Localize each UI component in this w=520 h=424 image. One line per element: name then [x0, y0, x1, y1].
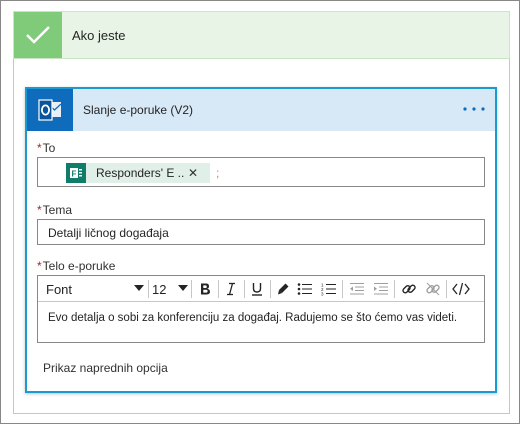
subject-value: Detalji ličnog događaja	[48, 226, 169, 240]
toolbar-divider	[148, 280, 149, 298]
formatting-toolbar: Font 12 1 2 3	[38, 276, 484, 302]
outlook-icon	[27, 89, 73, 131]
insert-link-button[interactable]	[398, 279, 420, 299]
close-icon[interactable]: ✕	[188, 166, 198, 180]
toolbar-divider	[244, 280, 245, 298]
color-pen-icon	[278, 283, 289, 295]
recipient-separator: ;	[216, 166, 220, 180]
body-editor[interactable]: Font 12 1 2 3 Evo detalja o sobi za konf…	[37, 275, 485, 343]
to-label-text: To	[42, 141, 56, 155]
numbered-list-button[interactable]: 1 2 3	[318, 279, 340, 299]
underline-icon	[252, 283, 262, 296]
recipient-token[interactable]: F Responders' E ... ✕	[66, 163, 210, 183]
toolbar-divider	[191, 280, 192, 298]
required-mark: *	[37, 141, 42, 155]
subject-label-text: Tema	[42, 203, 73, 217]
body-label: *Telo e-poruke	[37, 259, 115, 273]
chevron-down-icon	[134, 285, 144, 291]
toolbar-divider	[394, 280, 395, 298]
svg-text:F: F	[72, 170, 77, 179]
decrease-indent-button[interactable]	[346, 279, 368, 299]
subject-label: *Tema	[37, 203, 72, 217]
to-label: *To	[37, 141, 55, 155]
link-icon	[402, 284, 416, 294]
underline-button[interactable]	[246, 279, 268, 299]
required-mark: *	[37, 259, 42, 273]
forms-icon: F	[66, 163, 86, 183]
checkmark-icon	[14, 12, 62, 58]
numbered-list-icon: 1 2 3	[321, 283, 336, 297]
more-dots-icon	[463, 107, 485, 111]
bullet-list-button[interactable]	[294, 279, 316, 299]
italic-icon	[227, 282, 235, 296]
body-text: Evo detalja o sobi za konferenciju za do…	[48, 312, 458, 324]
action-card-header[interactable]: Slanje e-poruke (V2)	[27, 89, 495, 131]
toolbar-divider	[342, 280, 343, 298]
font-size-value: 12	[152, 281, 167, 297]
font-dropdown[interactable]: Font	[46, 280, 146, 298]
decrease-indent-icon	[350, 283, 364, 295]
subject-input[interactable]: Detalji ličnog događaja	[37, 219, 485, 245]
more-options-button[interactable]	[459, 99, 489, 119]
font-value: Font	[46, 281, 73, 297]
remove-link-button[interactable]	[422, 279, 444, 299]
bullet-list-icon	[297, 283, 312, 295]
chevron-down-icon	[178, 285, 188, 291]
code-view-button[interactable]	[450, 279, 472, 299]
to-field[interactable]: F Responders' E ... ✕ ;	[37, 157, 485, 187]
increase-indent-button[interactable]	[370, 279, 392, 299]
increase-indent-icon	[374, 283, 388, 295]
font-color-button[interactable]	[272, 279, 294, 299]
required-mark: *	[37, 203, 42, 217]
font-size-dropdown[interactable]: 12	[152, 280, 188, 298]
toolbar-divider	[270, 280, 271, 298]
show-advanced-options-link[interactable]: Prikaz naprednih opcija	[43, 361, 168, 375]
toolbar-divider	[446, 280, 447, 298]
italic-button[interactable]	[220, 279, 242, 299]
svg-text:3: 3	[321, 292, 324, 297]
condition-yes-title: Ako jeste	[72, 28, 126, 43]
condition-yes-header[interactable]: Ako jeste	[13, 11, 510, 59]
body-label-text: Telo e-poruke	[42, 259, 116, 273]
toolbar-divider	[218, 280, 219, 298]
code-view-icon	[452, 282, 470, 296]
action-title: Slanje e-poruke (V2)	[83, 103, 194, 117]
bold-button[interactable]	[194, 279, 216, 299]
unlink-icon	[426, 282, 440, 296]
condition-branch: Ako jeste Slanje e-poruke (V2) *To F Res…	[0, 0, 520, 424]
send-email-action-card: Slanje e-poruke (V2) *To F Responders' E…	[25, 87, 497, 393]
token-label: Responders' E ...	[96, 166, 184, 180]
bold-icon	[201, 283, 210, 295]
